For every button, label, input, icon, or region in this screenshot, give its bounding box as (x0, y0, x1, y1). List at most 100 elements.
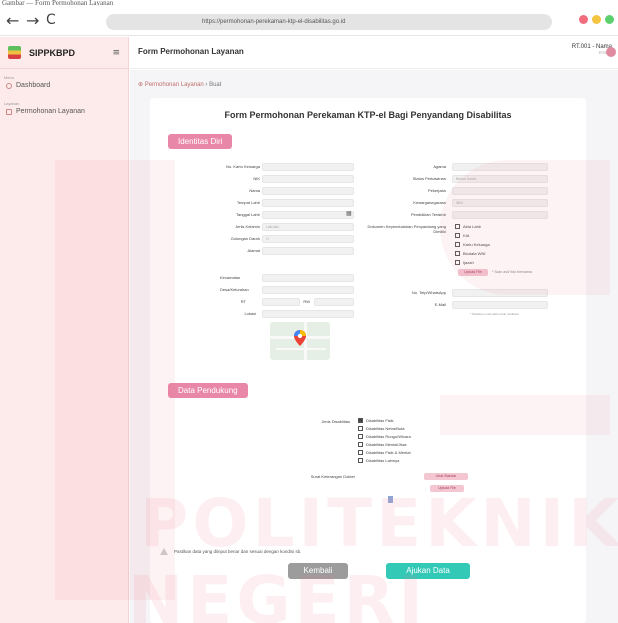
checkbox-box (358, 426, 363, 431)
golongan-darah-label: Golongan Darah (230, 236, 260, 241)
disability-option[interactable]: Disabilitas Fisik (358, 418, 394, 423)
section-support-header: Data Pendukung (168, 383, 248, 398)
disability-option[interactable]: Disabilitas Lainnya (358, 458, 399, 463)
pekerjaan-label: Pekerjaan (427, 188, 446, 193)
rw-input[interactable] (314, 298, 354, 306)
submit-button[interactable]: Ajukan Data (386, 563, 470, 579)
doc-checkbox-kia[interactable]: KIA (455, 233, 469, 238)
breadcrumb-icon: ⊕ (138, 82, 145, 88)
window-controls (579, 15, 614, 24)
disability-option[interactable]: Disabilitas Rungu/Wicara (358, 434, 411, 439)
calendar-icon[interactable]: ▦ (346, 210, 352, 217)
disability-option-label: Disabilitas Mental/Jiwa (366, 442, 407, 447)
forward-arrow-icon[interactable]: → (26, 11, 39, 30)
back-arrow-icon[interactable]: ← (6, 11, 19, 30)
checkbox-box (358, 442, 363, 447)
kewarganegaraan-label: Kewarganegaraan (413, 200, 446, 205)
kelurahan-select[interactable] (262, 286, 354, 294)
address-bar[interactable]: https://permohonan-perekaman-ktp-el-disa… (106, 14, 552, 30)
hamburger-icon[interactable]: ≡ (112, 48, 120, 58)
upload-docs-button[interactable]: Upload File (458, 269, 488, 276)
tempat-lahir-input[interactable] (262, 199, 354, 207)
form-card: Form Permohonan Perekaman KTP-el Bagi Pe… (150, 98, 586, 623)
file-icon (388, 496, 393, 503)
checkbox-box (455, 233, 460, 238)
checkbox-box (455, 251, 460, 256)
tanggal-lahir-input[interactable] (262, 211, 354, 219)
window-minimize-dot[interactable] (592, 15, 601, 24)
reload-icon[interactable]: C (46, 12, 56, 28)
kelurahan-label: Desa/Kelurahan (220, 287, 249, 292)
nik-input[interactable] (262, 175, 354, 183)
breadcrumb: ⊕ Permohonan Layanan › Buat (138, 81, 221, 88)
checkbox-box (358, 434, 363, 439)
page-title: Form Permohonan Layanan (138, 47, 244, 56)
lihat-standar-button[interactable]: Lihat Standar (424, 473, 468, 480)
agama-select[interactable] (452, 163, 548, 171)
disability-option[interactable]: Disabilitas Netra/Buta (358, 426, 404, 431)
status-label: Status Perkawinan (412, 176, 446, 181)
app-logo (8, 46, 21, 59)
section-identity-header: Identitas Diri (168, 134, 233, 149)
disability-option[interactable]: Disabilitas Fisik & Mental (358, 450, 410, 455)
pendidikan-select[interactable] (452, 211, 548, 219)
form-title: Form Permohonan Perekaman KTP-el Bagi Pe… (224, 110, 512, 120)
pekerjaan-input[interactable] (452, 187, 548, 195)
back-button[interactable]: Kembali (288, 563, 348, 579)
golongan-darah-select[interactable]: O (262, 235, 354, 243)
kecamatan-select[interactable] (262, 274, 354, 282)
brand-name: SIPPKBPD (29, 47, 76, 58)
disability-label: Jenis Disabilitas (321, 419, 350, 424)
checkbox-box (455, 242, 460, 247)
kewarganegaraan-select[interactable]: WNI (452, 199, 548, 207)
upload-surat-button[interactable]: Upload File (430, 485, 464, 492)
doc-checkbox-biodata[interactable]: Biodata WNI (455, 251, 485, 256)
doc-checkbox-akta[interactable]: Akta Lahir (455, 224, 481, 229)
doc-checkbox-label: KIA (463, 233, 470, 238)
sidebar-item-layanan[interactable]: Permohonan Layanan (0, 106, 128, 117)
user-menu[interactable]: RT.001 - Nama RT/RW (572, 44, 616, 57)
document-icon (6, 108, 12, 115)
upload-hint: * Scan asli/ foto berwarna (492, 270, 532, 274)
email-hint: * Pastikan email aktif untuk notifikasi (470, 312, 519, 316)
email-input[interactable] (452, 301, 548, 309)
kk-input[interactable] (262, 163, 354, 171)
lokasi-input[interactable] (262, 310, 354, 318)
jenis-kelamin-select[interactable]: Laki-laki (262, 223, 354, 231)
checkbox-box (358, 458, 363, 463)
checkbox-box (455, 224, 460, 229)
surat-label: Surat Keterangan Dokter (310, 474, 355, 479)
doc-checkbox-kk[interactable]: Kartu Keluarga (455, 242, 490, 247)
disability-option-label: Disabilitas Fisik (366, 418, 394, 423)
doc-checkbox-label: Biodata WNI (463, 251, 486, 256)
window-close-dot[interactable] (579, 15, 588, 24)
agreement-row[interactable]: Pastikan data yang diinput benar dan ses… (160, 548, 301, 555)
hp-input[interactable] (452, 289, 548, 297)
agreement-text: Pastikan data yang diinput benar dan ses… (174, 549, 302, 554)
nama-input[interactable] (262, 187, 354, 195)
doc-checkbox-ijazah[interactable]: Ijazah (455, 260, 474, 265)
disability-option-label: Disabilitas Fisik & Mental (366, 450, 411, 455)
rt-input[interactable] (262, 298, 300, 306)
breadcrumb-current: Buat (209, 82, 222, 88)
main-content: ⊕ Permohonan Layanan › Buat Form Permoho… (130, 70, 618, 623)
home-icon (6, 82, 12, 89)
checkbox-box (358, 418, 363, 423)
disability-option[interactable]: Disabilitas Mental/Jiwa (358, 442, 406, 447)
email-label: E-Mail (434, 302, 446, 307)
sidebar-item-label: Permohonan Layanan (16, 108, 85, 115)
breadcrumb-parent[interactable]: Permohonan Layanan (145, 82, 204, 88)
avatar[interactable] (606, 47, 616, 57)
window-maximize-dot[interactable] (605, 15, 614, 24)
doc-checkbox-label: Kartu Keluarga (463, 242, 490, 247)
tanggal-lahir-label: Tanggal Lahir (235, 212, 260, 217)
alamat-input[interactable] (262, 247, 354, 255)
pendidikan-label: Pendidikan Terakhir (410, 212, 446, 217)
sidebar-section-label: Layanan (4, 101, 20, 106)
location-map[interactable] (270, 322, 330, 360)
checkbox-box (455, 260, 460, 265)
alamat-label: Alamat (247, 248, 260, 253)
sidebar-section-label: Menu (4, 75, 15, 80)
status-select[interactable]: Belum Kawin (452, 175, 548, 183)
sidebar-item-dashboard[interactable]: Dashboard (0, 80, 128, 91)
